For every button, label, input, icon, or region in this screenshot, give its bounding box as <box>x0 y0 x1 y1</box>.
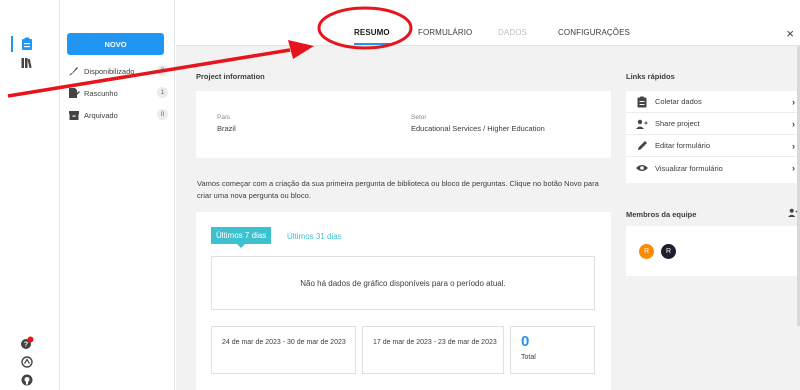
stats-card: Últimos 7 dias Últimos 31 dias Não há da… <box>196 212 611 390</box>
sector-value: Educational Services / Higher Education <box>411 124 545 133</box>
sidebar: NOVO Disponibilizado 0 Rascunho 1 Arquiv… <box>60 0 175 390</box>
quick-links-card: Coletar dados › Share project › Editar f… <box>626 91 800 183</box>
avatar[interactable]: R <box>639 244 654 259</box>
tab-summary[interactable]: RESUMO <box>354 28 390 37</box>
eye-icon <box>636 162 648 174</box>
top-bar: RESUMO FORMULÁRIO DADOS CONFIGURAÇÕES × <box>176 0 800 46</box>
avatar[interactable]: R <box>661 244 676 259</box>
quick-link-label: Visualizar formulário <box>655 163 723 173</box>
chart-area: Não há dados de gráfico disponíveis para… <box>211 256 595 310</box>
tab-last-31-days[interactable]: Últimos 31 dias <box>287 232 342 241</box>
sidebar-item-label: Arquivado <box>84 110 118 120</box>
clipboard-icon <box>636 96 648 108</box>
tab-form[interactable]: FORMULÁRIO <box>418 28 472 37</box>
quick-link-label: Editar formulário <box>655 141 711 150</box>
quick-link-label: Coletar dados <box>655 97 702 106</box>
stat-previous-range: 17 de mar de 2023 - 23 de mar de 2023 <box>362 326 504 374</box>
tab-last-7-days[interactable]: Últimos 7 dias <box>211 227 272 248</box>
icon-bar: ? <box>0 0 60 390</box>
close-icon[interactable]: × <box>786 26 794 41</box>
svg-text:?: ? <box>24 342 28 349</box>
tab-settings[interactable]: CONFIGURAÇÕES <box>558 28 630 37</box>
library-icon[interactable] <box>20 56 34 70</box>
main-content: Project information País Brazil Setor Ed… <box>176 46 800 390</box>
country-value: Brazil <box>217 124 236 133</box>
chevron-right-icon: › <box>792 97 795 107</box>
no-data-message: Não há dados de gráfico disponíveis para… <box>300 279 506 288</box>
section-title-quick-links: Links rápidos <box>626 72 675 81</box>
github-icon[interactable] <box>20 373 34 387</box>
project-info-card: País Brazil Setor Educational Services /… <box>196 91 611 158</box>
active-tab-underline <box>354 43 390 45</box>
count-badge: 1 <box>157 87 168 98</box>
active-indicator <box>11 36 13 52</box>
count-badge: 0 <box>157 109 168 120</box>
archive-icon <box>68 109 80 121</box>
sidebar-item-label: Disponibilizado <box>84 66 135 76</box>
chevron-right-icon: › <box>792 119 795 129</box>
sidebar-item-deployed[interactable]: Disponibilizado 0 <box>68 64 168 78</box>
rocket-icon <box>68 65 80 77</box>
quick-link-collect-data[interactable]: Coletar dados › <box>626 91 800 113</box>
sector-label: Setor <box>411 114 427 121</box>
range-previous-text: 17 de mar de 2023 - 23 de mar de 2023 <box>373 339 497 346</box>
section-title-project: Project information <box>196 72 265 81</box>
total-label: Total <box>521 354 536 361</box>
forms-icon[interactable] <box>20 37 34 51</box>
tab-data[interactable]: DADOS <box>498 28 527 37</box>
range-current-text: 24 de mar de 2023 - 30 de mar de 2023 <box>222 339 346 346</box>
section-title-team: Membros da equipe <box>626 210 697 219</box>
sidebar-item-label: Rascunho <box>84 88 118 98</box>
chevron-right-icon: › <box>792 163 795 173</box>
country-label: País <box>217 114 231 121</box>
quick-link-share-project[interactable]: Share project › <box>626 113 800 135</box>
intro-text: Vamos começar com a criação da sua prime… <box>197 179 599 200</box>
add-person-icon <box>636 118 648 130</box>
stat-total: 0 Total <box>510 326 595 374</box>
count-badge: 0 <box>157 65 168 76</box>
quick-link-preview-form[interactable]: Visualizar formulário › <box>626 157 800 179</box>
help-icon[interactable]: ? <box>20 336 34 350</box>
sidebar-item-draft[interactable]: Rascunho 1 <box>68 86 168 100</box>
sidebar-item-archived[interactable]: Arquivado 0 <box>68 108 168 122</box>
team-card: R R <box>626 226 800 276</box>
support-icon[interactable] <box>20 355 34 369</box>
new-button[interactable]: NOVO <box>67 33 164 55</box>
total-value: 0 <box>521 333 530 350</box>
quick-link-edit-form[interactable]: Editar formulário › <box>626 135 800 157</box>
pencil-icon <box>636 140 648 152</box>
quick-link-label: Share project <box>655 119 700 128</box>
chevron-right-icon: › <box>792 141 795 151</box>
draft-icon <box>68 87 80 99</box>
stat-current-range: 24 de mar de 2023 - 30 de mar de 2023 <box>211 326 356 374</box>
